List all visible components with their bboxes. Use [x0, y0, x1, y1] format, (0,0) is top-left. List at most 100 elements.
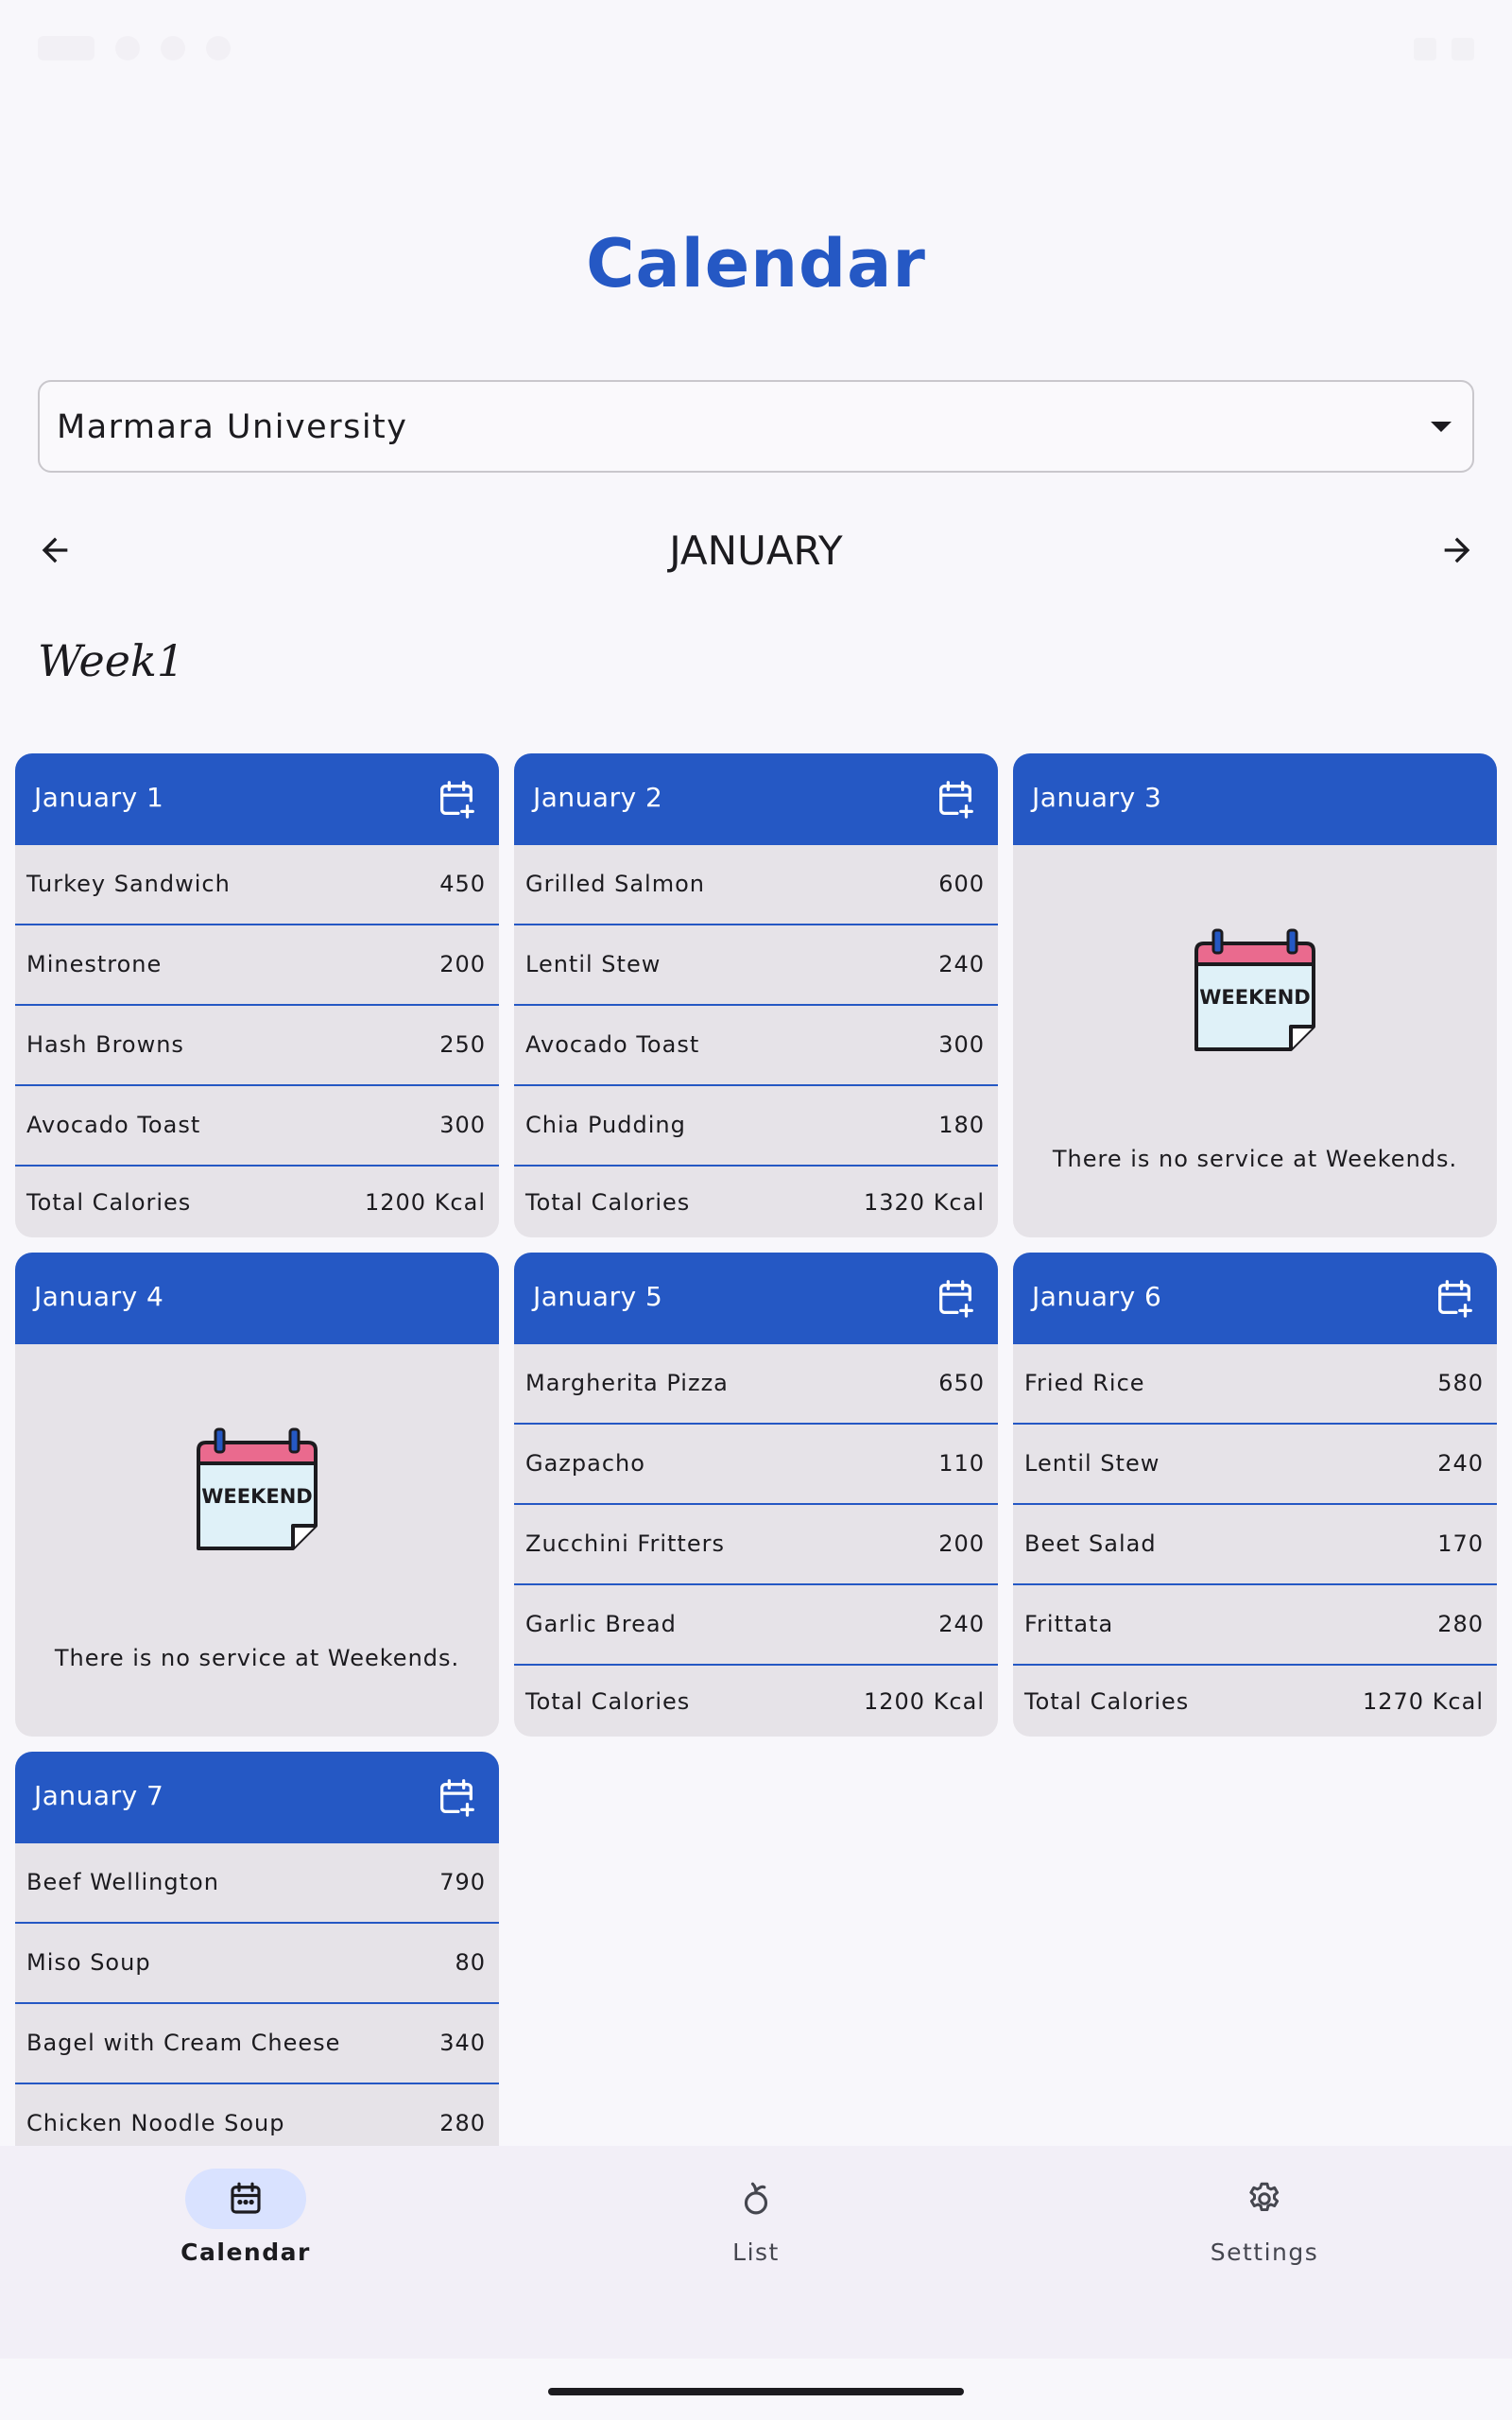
- day-card-date: January 1: [34, 782, 164, 813]
- meal-row: Frittata 280: [1013, 1585, 1497, 1666]
- nav-label: List: [732, 2238, 780, 2266]
- meal-name: Chicken Noodle Soup: [26, 2110, 285, 2136]
- add-to-calendar-button[interactable]: [435, 777, 478, 821]
- meal-row: Fried Rice 580: [1013, 1344, 1497, 1425]
- calendar-icon: [231, 2182, 261, 2214]
- total-calories-row: Total Calories 1320 Kcal: [514, 1167, 998, 1237]
- meal-name: Frittata: [1024, 1611, 1114, 1637]
- calendar-add-icon: [440, 781, 474, 819]
- meal-calories: 250: [439, 1031, 486, 1058]
- meal-calories: 450: [439, 871, 486, 897]
- day-card-weekend: January 4 WEEKEND There is no service at…: [15, 1253, 499, 1737]
- meal-row: Lentil Stew 240: [514, 925, 998, 1006]
- nav-label: Calendar: [180, 2238, 311, 2266]
- meal-name: Avocado Toast: [525, 1031, 700, 1058]
- meal-row: Garlic Bread 240: [514, 1585, 998, 1666]
- home-indicator[interactable]: [548, 2388, 964, 2395]
- day-card-date: January 7: [34, 1780, 164, 1811]
- meal-name: Lentil Stew: [1024, 1450, 1160, 1477]
- svg-text:WEEKEND: WEEKEND: [1199, 986, 1310, 1009]
- meal-row: Avocado Toast 300: [514, 1006, 998, 1086]
- total-calories-row: Total Calories 1200 Kcal: [514, 1666, 998, 1737]
- status-bar: [0, 0, 1512, 95]
- meal-calories: 580: [1437, 1370, 1484, 1396]
- total-calories-label: Total Calories: [525, 1688, 691, 1715]
- meal-calories: 240: [1437, 1450, 1484, 1477]
- svg-text:WEEKEND: WEEKEND: [201, 1485, 312, 1508]
- meal-name: Chia Pudding: [525, 1112, 686, 1138]
- add-to-calendar-button[interactable]: [435, 1775, 478, 1819]
- gear-icon: [1249, 2182, 1280, 2212]
- meal-name: Hash Browns: [26, 1031, 184, 1058]
- day-card-weekend: January 3 WEEKEND There is no service at…: [1013, 753, 1497, 1237]
- page-title: Calendar: [586, 225, 926, 302]
- meal-row: Minestrone 200: [15, 925, 499, 1006]
- month-navigation: JANUARY: [0, 518, 1512, 580]
- day-card: January 5 Margherita Pizza 650 Gazpacho 11…: [514, 1253, 998, 1737]
- add-to-calendar-button[interactable]: [934, 1276, 977, 1320]
- nav-item-settings[interactable]: Settings: [1123, 2146, 1406, 2359]
- nav-item-calendar[interactable]: Calendar: [104, 2146, 387, 2359]
- meal-calories: 200: [439, 951, 486, 977]
- arrow-right-icon: [1444, 537, 1470, 563]
- total-calories-label: Total Calories: [1024, 1688, 1190, 1715]
- meal-name: Garlic Bread: [525, 1611, 677, 1637]
- meal-name: Minestrone: [26, 951, 163, 977]
- day-card: January 2 Grilled Salmon 600 Lentil Stew 2…: [514, 753, 998, 1237]
- apple-icon: [744, 2182, 768, 2215]
- dropdown-arrow-icon: [1431, 422, 1452, 432]
- add-to-calendar-button[interactable]: [1433, 1276, 1476, 1320]
- day-card-date: January 2: [533, 782, 663, 813]
- meal-name: Beef Wellington: [26, 1869, 219, 1895]
- total-calories-value: 1270 Kcal: [1362, 1688, 1484, 1715]
- month-label: JANUARY: [669, 527, 843, 574]
- day-card-header: January 3: [1013, 753, 1497, 845]
- week-label: Week1: [38, 635, 185, 686]
- next-month-button[interactable]: [1431, 524, 1484, 577]
- meal-calories: 340: [439, 2030, 486, 2056]
- total-calories-row: Total Calories 1270 Kcal: [1013, 1666, 1497, 1737]
- meal-calories: 650: [938, 1370, 985, 1396]
- weekend-calendar-icon: WEEKEND: [1194, 928, 1315, 1051]
- meal-calories: 240: [938, 1611, 985, 1637]
- meal-calories: 600: [938, 871, 985, 897]
- bottom-navigation: Calendar List Settings: [0, 2146, 1512, 2359]
- day-card-date: January 6: [1032, 1281, 1162, 1312]
- total-calories-value: 1200 Kcal: [863, 1688, 985, 1715]
- calendar-add-icon: [939, 781, 973, 819]
- day-card: January 1 Turkey Sandwich 450 Minestrone 2…: [15, 753, 499, 1237]
- meal-calories: 300: [439, 1112, 486, 1138]
- meal-row: Beet Salad 170: [1013, 1505, 1497, 1585]
- total-calories-label: Total Calories: [525, 1189, 691, 1216]
- day-card-header: January 7: [15, 1752, 499, 1843]
- add-to-calendar-button[interactable]: [934, 777, 977, 821]
- meal-row: Gazpacho 110: [514, 1425, 998, 1505]
- nav-active-indicator: [185, 2169, 306, 2229]
- meal-row: Avocado Toast 300: [15, 1086, 499, 1167]
- calendar-add-icon: [440, 1779, 474, 1817]
- meal-name: Fried Rice: [1024, 1370, 1145, 1396]
- meal-row: Chia Pudding 180: [514, 1086, 998, 1167]
- weekend-message: There is no service at Weekends.: [54, 1645, 460, 1671]
- meal-name: Gazpacho: [525, 1450, 645, 1477]
- nav-item-list[interactable]: List: [614, 2146, 898, 2359]
- day-card-date: January 4: [34, 1281, 164, 1312]
- meal-calories: 110: [938, 1450, 985, 1477]
- day-card-date: January 5: [533, 1281, 663, 1312]
- meal-row: Margherita Pizza 650: [514, 1344, 998, 1425]
- meal-row: Zucchini Fritters 200: [514, 1505, 998, 1585]
- day-card: January 7 Beef Wellington 790 Miso Soup 80…: [15, 1752, 499, 2168]
- total-calories-value: 1200 Kcal: [364, 1189, 486, 1216]
- meal-calories: 170: [1437, 1530, 1484, 1557]
- meal-calories: 790: [439, 1869, 486, 1895]
- meal-name: Avocado Toast: [26, 1112, 201, 1138]
- status-icons-right: [1414, 38, 1474, 60]
- meal-name: Zucchini Fritters: [525, 1530, 725, 1557]
- weekend-calendar-icon: WEEKEND: [197, 1427, 318, 1550]
- university-dropdown[interactable]: Marmara University: [38, 380, 1474, 473]
- meal-calories: 200: [938, 1530, 985, 1557]
- calendar-add-icon: [939, 1280, 973, 1318]
- meal-name: Lentil Stew: [525, 951, 662, 977]
- meal-calories: 280: [1437, 1611, 1484, 1637]
- weekend-notice: WEEKEND There is no service at Weekends.: [15, 1344, 499, 1737]
